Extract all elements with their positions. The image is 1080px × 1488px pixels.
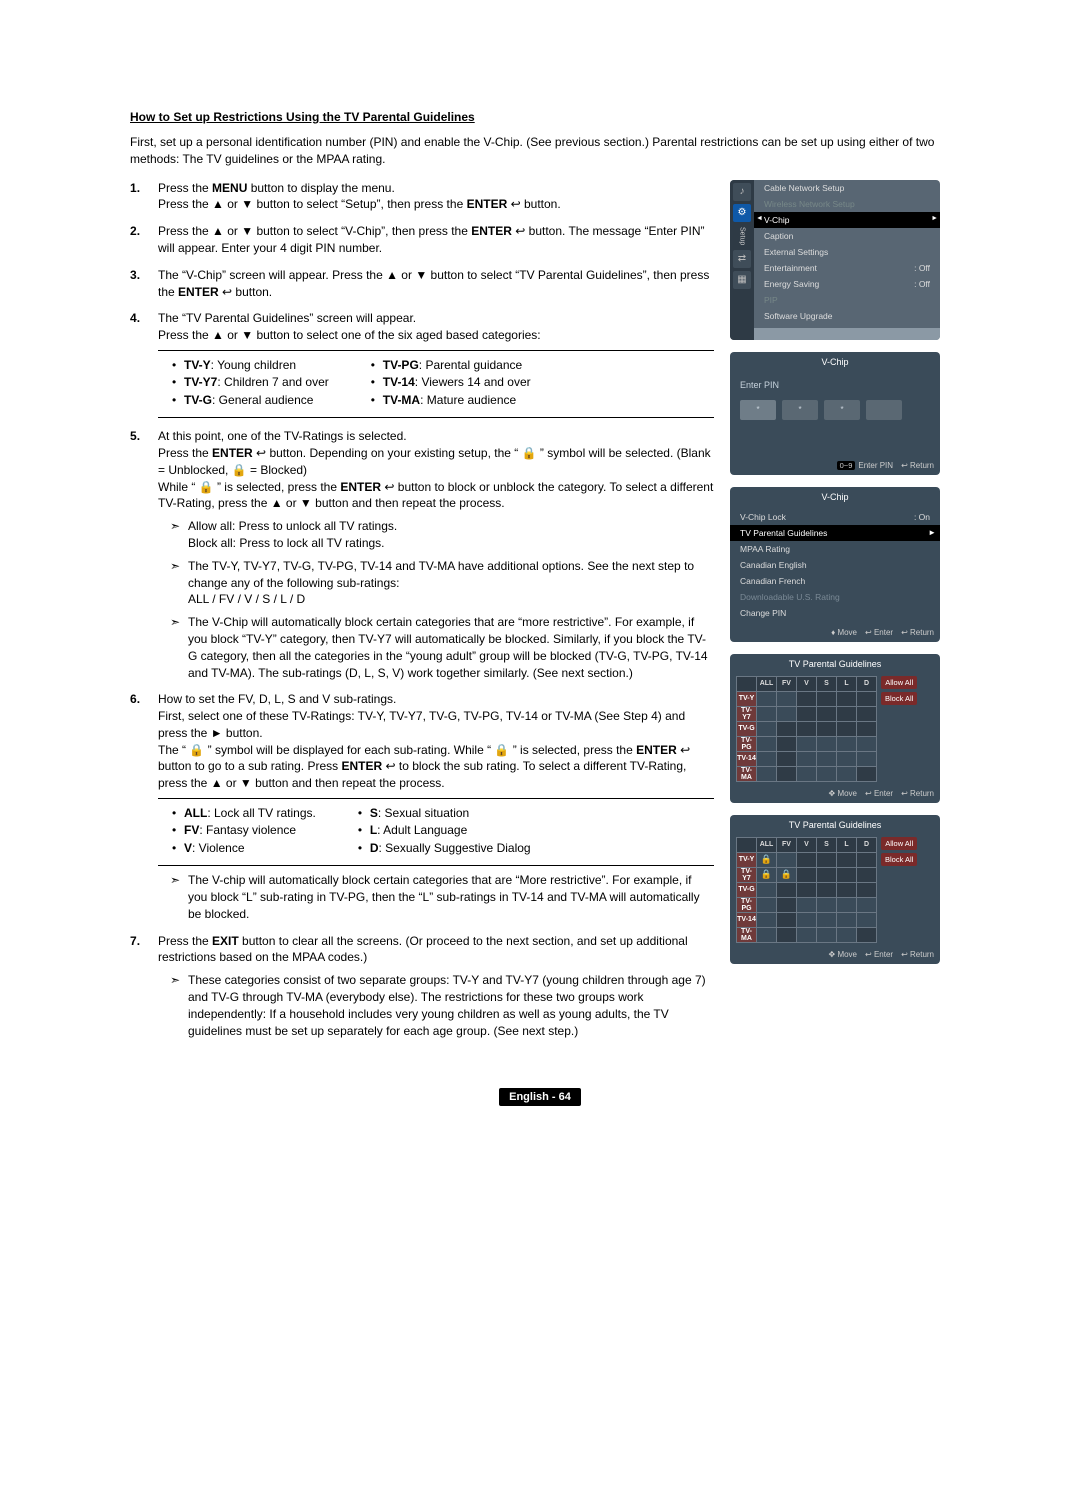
tab-icon: ⇄	[733, 250, 751, 268]
block-all-button: Block All	[881, 692, 917, 705]
block-all-button: Block All	[881, 853, 917, 866]
tab-icon: ▦	[733, 271, 751, 289]
pin-box: *	[740, 400, 776, 420]
step-5: At this point, one of the TV-Ratings is …	[130, 428, 714, 681]
osd-parental-grid-locked: TV Parental Guidelines ALLFVVSLDTV-Y🔒TV-…	[730, 815, 940, 964]
vchip-menu-item: Downloadable U.S. Rating	[730, 589, 940, 605]
vchip-menu-item: Change PIN	[730, 605, 940, 621]
page-footer: English - 64	[130, 1089, 950, 1103]
osd-enter-pin: V-Chip Enter PIN * * * 0~9 Enter PIN ↩ R…	[730, 352, 940, 475]
vchip-menu-item: V-Chip Lock: On	[730, 509, 940, 525]
step-6: How to set the FV, D, L, S and V sub-rat…	[130, 691, 714, 922]
screenshots-column: ♪ ⚙ Setup ⇄ ▦ Cable Network SetupWireles…	[730, 180, 950, 1050]
vchip-menu-item: Canadian English	[730, 557, 940, 573]
section-heading: How to Set up Restrictions Using the TV …	[130, 110, 950, 124]
setup-menu-item: Wireless Network Setup	[754, 196, 940, 212]
pin-box: *	[824, 400, 860, 420]
setup-menu-item: External Settings	[754, 244, 940, 260]
enter-icon: ↩	[256, 445, 266, 462]
lock-icon: 🔒	[494, 742, 509, 759]
osd-parental-grid-empty: TV Parental Guidelines ALLFVVSLDTV-YTV-Y…	[730, 654, 940, 803]
step-4: The “TV Parental Guidelines” screen will…	[130, 310, 714, 418]
step-2: Press the ▲ or ▼ button to select “V-Chi…	[130, 223, 714, 257]
step-1: Press the MENU button to display the men…	[130, 180, 714, 214]
instruction-column: Press the MENU button to display the men…	[130, 180, 714, 1050]
vchip-menu-item: MPAA Rating	[730, 541, 940, 557]
allow-all-button: Allow All	[881, 837, 917, 850]
setup-menu-item: Entertainment: Off	[754, 260, 940, 276]
osd-setup-menu: ♪ ⚙ Setup ⇄ ▦ Cable Network SetupWireles…	[730, 180, 940, 340]
allow-all-button: Allow All	[881, 676, 917, 689]
setup-menu-item: Energy Saving: Off	[754, 276, 940, 292]
setup-menu-item: Software Upgrade	[754, 308, 940, 324]
enter-icon: ↩	[385, 758, 395, 775]
lock-icon: 🔒	[199, 479, 214, 496]
pin-box: *	[782, 400, 818, 420]
lock-icon: 🔒	[232, 462, 247, 479]
step-7: Press the EXIT button to clear all the s…	[130, 933, 714, 1040]
lock-icon: 🔒	[189, 742, 204, 759]
enter-icon: ↩	[222, 284, 232, 301]
enter-icon: ↩	[515, 223, 525, 240]
vchip-menu-item: Canadian French	[730, 573, 940, 589]
setup-menu-item: PIP	[754, 292, 940, 308]
step-3: The “V-Chip” screen will appear. Press t…	[130, 267, 714, 301]
setup-menu-item: Caption	[754, 228, 940, 244]
vchip-menu-item: TV Parental Guidelines	[730, 525, 940, 541]
lock-icon: 🔒	[522, 445, 537, 462]
pin-box	[866, 400, 902, 420]
enter-icon: ↩	[680, 742, 690, 759]
setup-menu-item: V-Chip	[754, 212, 940, 228]
tab-icon: ♪	[733, 183, 751, 201]
setup-menu-item: Cable Network Setup	[754, 180, 940, 196]
enter-icon: ↩	[511, 196, 521, 213]
enter-icon: ↩	[384, 479, 394, 496]
osd-vchip-menu: V-Chip V-Chip Lock: OnTV Parental Guidel…	[730, 487, 940, 642]
tab-icon-setup: ⚙	[733, 204, 751, 222]
intro-text: First, set up a personal identification …	[130, 134, 950, 168]
